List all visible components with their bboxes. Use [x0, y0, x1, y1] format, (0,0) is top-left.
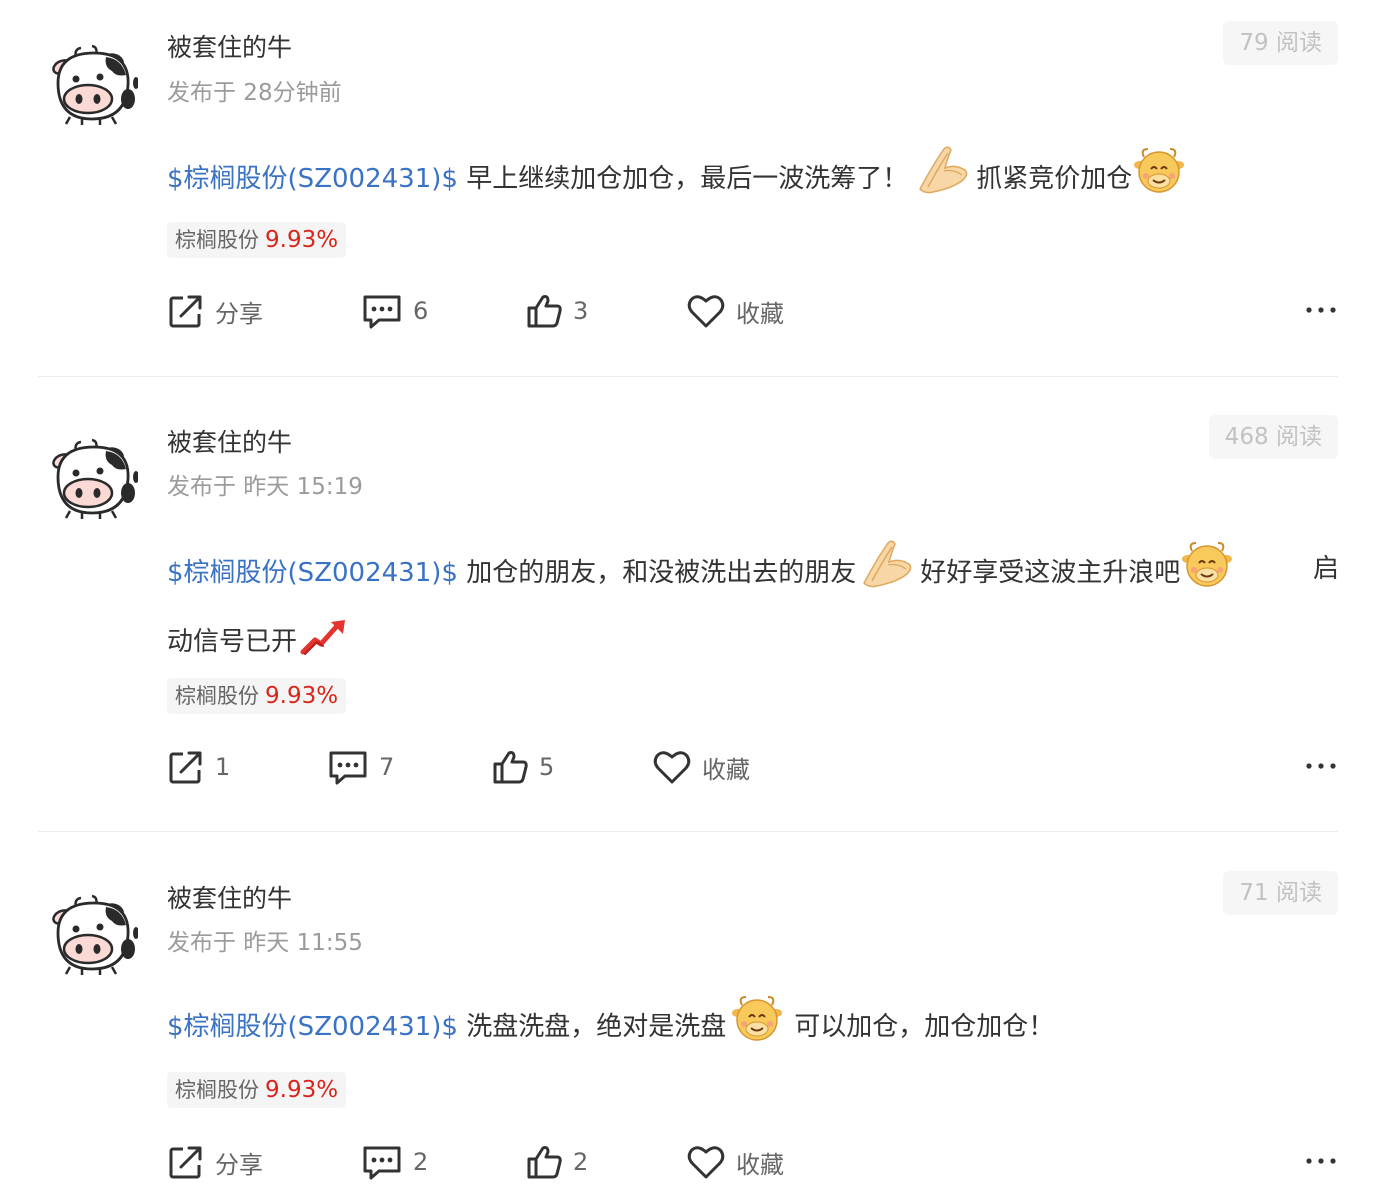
cow-face-icon [1182, 541, 1232, 612]
share-icon [167, 748, 205, 786]
author-name[interactable]: 被套住的牛 [167, 428, 292, 458]
stock-tag[interactable]: 棕榈股份 9.93% [167, 1072, 347, 1108]
post-text: 抓紧竞价加仓 [976, 164, 1133, 194]
post-feed: 被套住的牛 发布于 28分钟前 79 阅读 $棕榈股份(SZ002431)$ 早… [0, 0, 1376, 1198]
stock-tag-change: 9.93% [265, 1077, 339, 1103]
post-card: 被套住的牛 发布于 昨天 15:19 468 阅读 $棕榈股份(SZ002431… [0, 376, 1376, 831]
favorite-label: 收藏 [736, 299, 784, 328]
cow-avatar-icon[interactable] [44, 43, 138, 125]
share-label: 分享 [215, 1150, 263, 1179]
publish-time: 发布于 昨天 11:55 [167, 930, 363, 956]
comment-button[interactable]: 2 [361, 1140, 428, 1184]
action-bar: 分享 2 2 收藏 [167, 1140, 1338, 1184]
share-label: 分享 [215, 299, 263, 328]
share-button[interactable]: 分享 [167, 1140, 263, 1184]
post-text: 洗盘洗盘，绝对是洗盘 [457, 1012, 727, 1042]
praying-hands-icon [914, 145, 970, 218]
like-count: 3 [573, 297, 589, 325]
stock-tag[interactable]: 棕榈股份 9.93% [167, 222, 347, 258]
stock-link[interactable]: $棕榈股份(SZ002431)$ [167, 558, 458, 588]
cow-face-icon [732, 995, 782, 1066]
read-count-badge: 468 阅读 [1208, 415, 1338, 459]
like-count: 5 [539, 753, 555, 781]
post-text: 启 [1312, 554, 1339, 584]
share-icon [167, 1143, 205, 1181]
heart-icon [652, 748, 692, 786]
comment-button[interactable]: 7 [327, 745, 394, 789]
share-icon [167, 292, 205, 330]
like-count: 2 [573, 1148, 589, 1176]
stock-tag-name: 棕榈股份 [175, 684, 259, 708]
comment-icon [327, 748, 369, 786]
stock-link[interactable]: $棕榈股份(SZ002431)$ [167, 164, 458, 194]
post-text: 好好享受这波主升浪吧 [920, 558, 1181, 588]
like-button[interactable]: 3 [525, 289, 588, 333]
post-content: $棕榈股份(SZ002431)$ 早上继续加仓加仓，最后一波洗筹了！ 抓紧竞价加仓 [167, 145, 1339, 218]
heart-icon [686, 1143, 726, 1181]
comment-count: 7 [379, 753, 395, 781]
post-text: 早上继续加仓加仓，最后一波洗筹了！ [457, 164, 909, 194]
comment-icon [361, 1143, 403, 1181]
share-button[interactable]: 分享 [167, 289, 263, 333]
favorite-label: 收藏 [736, 1150, 784, 1179]
like-button[interactable]: 5 [491, 745, 554, 789]
thumbs-up-icon [491, 748, 529, 786]
favorite-button[interactable]: 收藏 [686, 289, 784, 333]
thumbs-up-icon [525, 292, 563, 330]
content-line: 动信号已开 [167, 612, 1339, 681]
publish-time: 发布于 28分钟前 [167, 80, 342, 106]
favorite-label: 收藏 [702, 755, 750, 784]
author-name[interactable]: 被套住的牛 [167, 33, 292, 63]
share-button[interactable]: 1 [167, 745, 230, 789]
post-text: 加仓的朋友，和没被洗出去的朋友 [457, 558, 857, 588]
thumbs-up-icon [525, 1143, 563, 1181]
read-count-badge: 79 阅读 [1223, 21, 1338, 65]
action-bar: 分享 6 3 收藏 [167, 289, 1338, 333]
comment-count: 6 [413, 297, 429, 325]
post-text: 可以加仓，加仓加仓！ [794, 1012, 1055, 1042]
stock-link[interactable]: $棕榈股份(SZ002431)$ [167, 1012, 458, 1042]
stock-tag-change: 9.93% [265, 227, 339, 253]
read-count-badge: 71 阅读 [1223, 871, 1338, 915]
publish-time: 发布于 昨天 15:19 [167, 474, 363, 500]
author-name[interactable]: 被套住的牛 [167, 884, 292, 914]
post-content: $棕榈股份(SZ002431)$ 加仓的朋友，和没被洗出去的朋友 好好享受这波主升… [167, 539, 1339, 681]
favorite-button[interactable]: 收藏 [652, 745, 750, 789]
content-line: $棕榈股份(SZ002431)$ 早上继续加仓加仓，最后一波洗筹了！ 抓紧竞价加仓 [167, 145, 1339, 218]
content-line: $棕榈股份(SZ002431)$ 加仓的朋友，和没被洗出去的朋友 好好享受这波主升… [167, 539, 1339, 612]
post-card: 被套住的牛 发布于 28分钟前 79 阅读 $棕榈股份(SZ002431)$ 早… [0, 0, 1376, 376]
trend-up-icon [299, 616, 349, 681]
more-icon[interactable] [1304, 295, 1338, 325]
comment-icon [361, 292, 403, 330]
stock-tag[interactable]: 棕榈股份 9.93% [167, 678, 347, 714]
comment-button[interactable]: 6 [361, 289, 428, 333]
like-button[interactable]: 2 [525, 1140, 588, 1184]
stock-tag-name: 棕榈股份 [175, 228, 259, 252]
content-line: $棕榈股份(SZ002431)$ 洗盘洗盘，绝对是洗盘 可以加仓，加仓加仓！ [167, 995, 1339, 1066]
more-icon[interactable] [1304, 751, 1338, 781]
praying-hands-icon [858, 539, 914, 612]
cow-face-icon [1134, 147, 1184, 218]
favorite-button[interactable]: 收藏 [686, 1140, 784, 1184]
post-content: $棕榈股份(SZ002431)$ 洗盘洗盘，绝对是洗盘 可以加仓，加仓加仓！ [167, 995, 1339, 1066]
comment-count: 2 [413, 1148, 429, 1176]
more-icon[interactable] [1304, 1146, 1338, 1176]
action-bar: 1 7 5 收藏 [167, 745, 1338, 789]
post-card: 被套住的牛 发布于 昨天 11:55 71 阅读 $棕榈股份(SZ002431)… [0, 831, 1376, 1198]
stock-tag-change: 9.93% [265, 683, 339, 709]
post-text: 动信号已开 [167, 627, 298, 657]
cow-avatar-icon[interactable] [44, 437, 138, 519]
stock-tag-name: 棕榈股份 [175, 1078, 259, 1102]
heart-icon [686, 292, 726, 330]
cow-avatar-icon[interactable] [44, 893, 138, 975]
share-count: 1 [215, 753, 231, 781]
